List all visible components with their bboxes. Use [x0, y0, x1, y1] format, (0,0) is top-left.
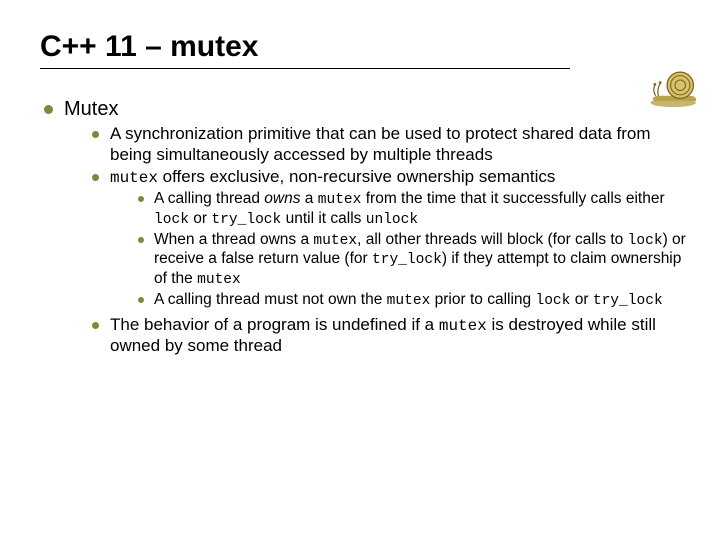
list-item: A calling thread must not own the mutex … — [132, 291, 692, 311]
bullet-text: a — [300, 190, 317, 207]
bullet-text: When a thread owns a — [154, 231, 313, 248]
bullet-text: or — [570, 291, 592, 308]
code-text: mutex — [439, 317, 487, 335]
list-item: Mutex A synchronization primitive that c… — [40, 97, 692, 357]
slide: C++ 11 – mutex Mutex A synchronization p… — [0, 0, 720, 387]
list-item: A synchronization primitive that can be … — [88, 124, 692, 165]
bullet-text: , all other threads will block (for call… — [357, 231, 628, 248]
list-item: mutex offers exclusive, non-recursive ow… — [88, 167, 692, 310]
code-text: try_lock — [211, 212, 281, 228]
list-item: A calling thread owns a mutex from the t… — [132, 190, 692, 230]
code-text: mutex — [110, 169, 158, 187]
bullet-text: Mutex — [64, 98, 118, 120]
bullet-text: offers exclusive, non-recursive ownershi… — [158, 167, 555, 186]
bullet-text: A calling thread must not own the — [154, 291, 387, 308]
bullet-text: The behavior of a program is undefined i… — [110, 315, 439, 334]
code-text: try_lock — [593, 293, 663, 309]
code-text: mutex — [387, 293, 431, 309]
slide-title: C++ 11 – mutex — [40, 30, 692, 64]
code-text: try_lock — [372, 252, 442, 268]
bullet-text: A calling thread — [154, 190, 264, 207]
code-text: mutex — [318, 192, 362, 208]
code-text: mutex — [313, 233, 357, 249]
bullet-text: until it calls — [281, 210, 365, 227]
list-item: When a thread owns a mutex, all other th… — [132, 231, 692, 290]
code-text: lock — [628, 233, 663, 249]
title-rule — [40, 68, 570, 69]
bullet-text: prior to calling — [430, 291, 535, 308]
code-text: unlock — [366, 212, 418, 228]
bullet-text: or — [189, 210, 211, 227]
code-text: lock — [535, 293, 570, 309]
bullet-text: A synchronization primitive that can be … — [110, 124, 651, 164]
bullet-text: from the time that it successfully calls… — [361, 190, 664, 207]
bullet-list: Mutex A synchronization primitive that c… — [40, 97, 692, 357]
list-item: The behavior of a program is undefined i… — [88, 315, 692, 357]
italic-text: owns — [264, 190, 300, 207]
code-text: lock — [154, 212, 189, 228]
code-text: mutex — [197, 272, 241, 288]
